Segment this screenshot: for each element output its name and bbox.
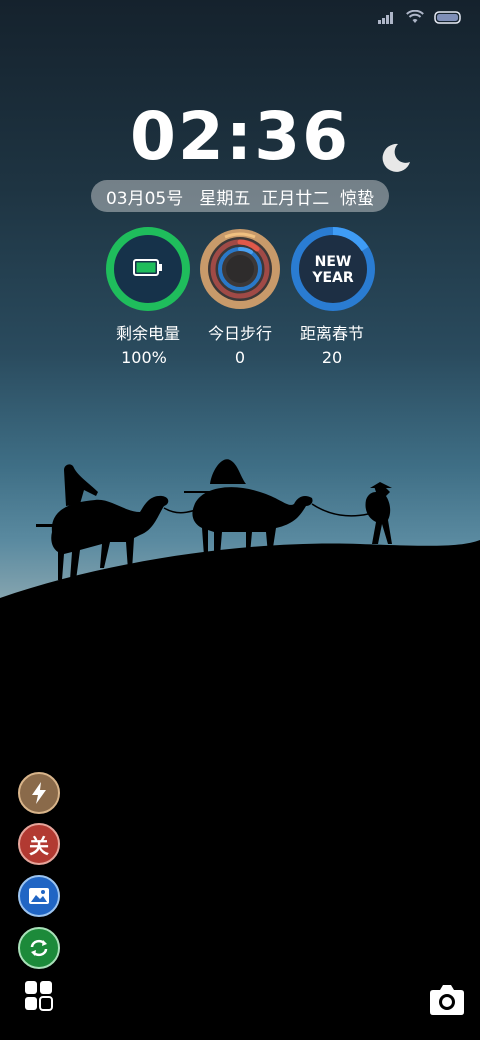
- gallery-button[interactable]: [18, 875, 60, 917]
- image-icon: [29, 888, 49, 904]
- date-bar: 03月05号 星期五 正月廿二 惊蛰: [91, 180, 389, 212]
- refresh-icon: [30, 939, 48, 957]
- rotate-button[interactable]: [18, 927, 60, 969]
- off-button[interactable]: 关: [18, 823, 60, 865]
- solar-term-text: 惊蛰: [340, 188, 375, 209]
- new-year-badge-line1: NEW: [315, 254, 352, 270]
- apps-icon[interactable]: [24, 980, 54, 1012]
- battery-status-icon: [434, 10, 461, 24]
- new-year-badge-line2: YEAR: [311, 270, 354, 286]
- new-year-widget[interactable]: NEW YEAR: [288, 224, 378, 314]
- weekday-text: 星期五: [199, 188, 251, 209]
- camera-icon[interactable]: [429, 982, 465, 1016]
- signal-icon: [378, 11, 393, 24]
- moon-icon: [382, 143, 410, 172]
- activity-rings-icon: [210, 239, 270, 299]
- new-year-value: 20: [321, 348, 343, 367]
- wifi-icon: [406, 10, 424, 23]
- lightning-icon: [32, 782, 46, 804]
- off-icon: 关: [29, 833, 49, 858]
- battery-widget[interactable]: [103, 224, 193, 314]
- date-text: 03月05号: [105, 188, 184, 209]
- flash-button[interactable]: [18, 772, 60, 814]
- new-year-icon: NEW YEAR: [311, 254, 354, 286]
- status-bar: [378, 10, 462, 24]
- new-year-label: 距离春节: [299, 324, 364, 343]
- desert-caravan-wallpaper: [0, 459, 480, 1040]
- steps-widget[interactable]: [195, 224, 285, 314]
- lunar-date-text: 正月廿二: [261, 188, 330, 209]
